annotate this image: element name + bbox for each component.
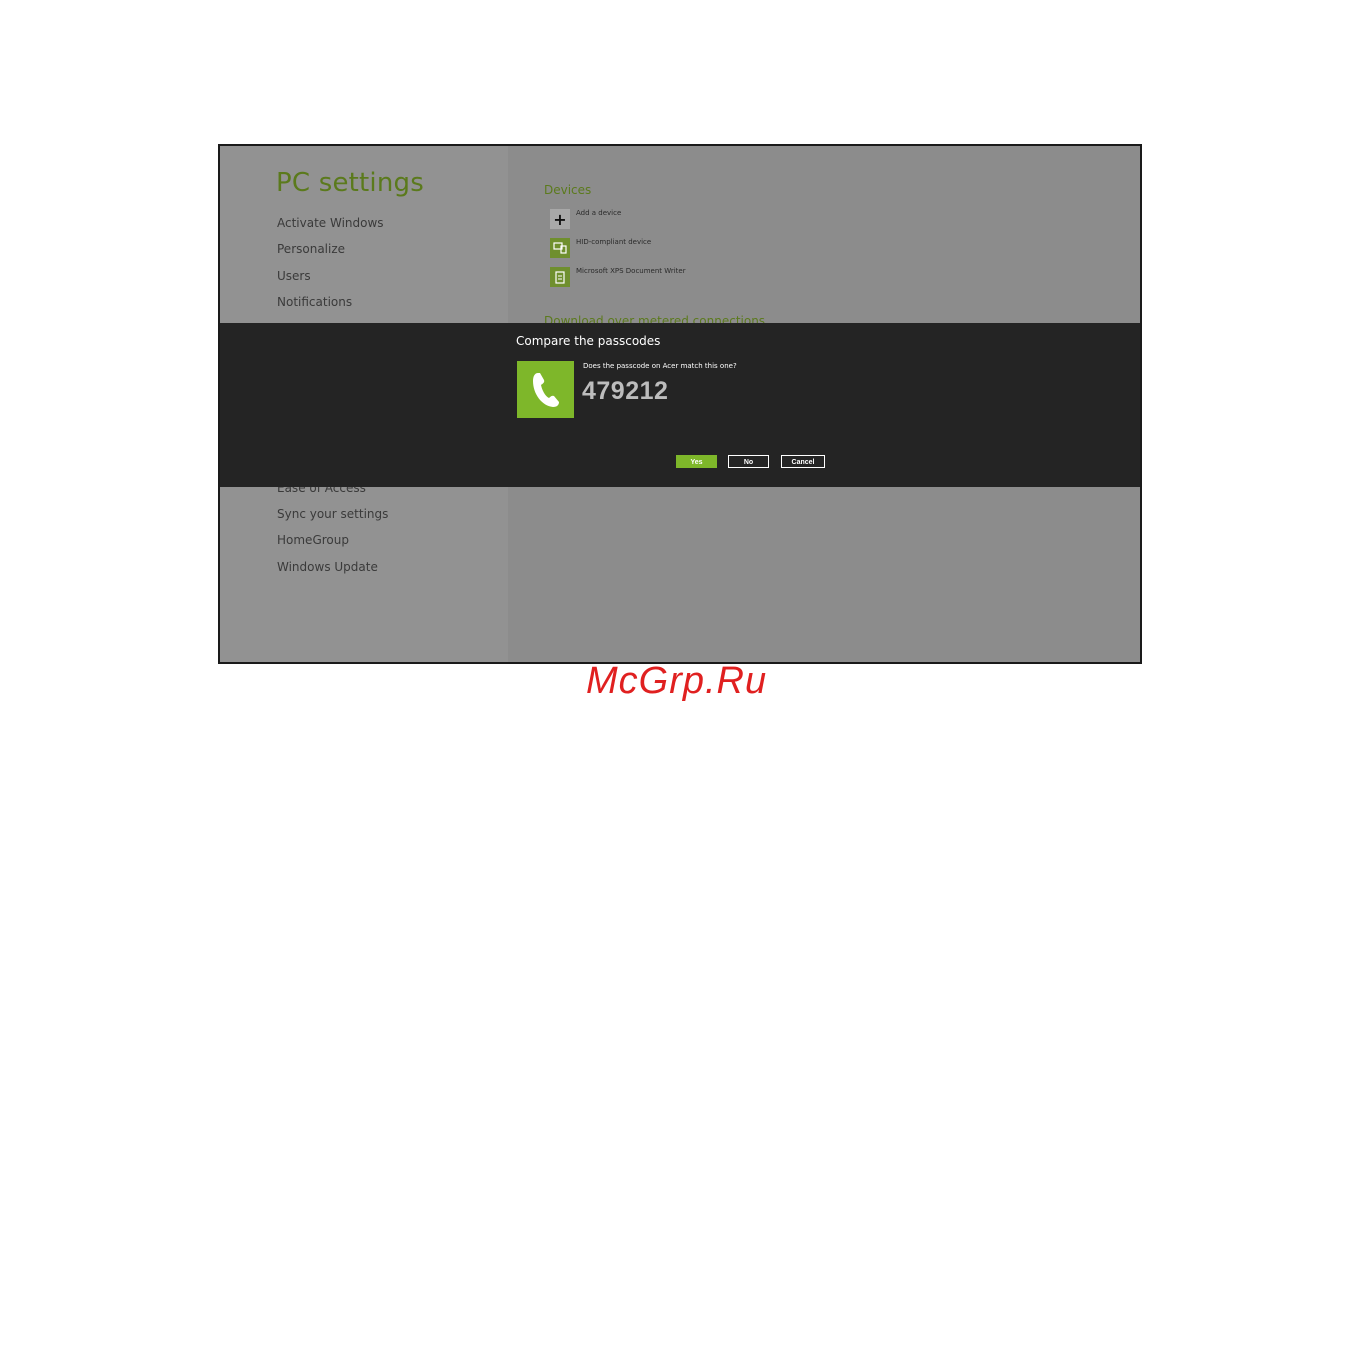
nav-item-homegroup[interactable]: HomeGroup [277, 533, 349, 547]
device-icon [550, 238, 570, 258]
device-label: Microsoft XPS Document Writer [576, 267, 686, 275]
nav-item-activate-windows[interactable]: Activate Windows [277, 216, 384, 230]
cancel-button[interactable]: Cancel [781, 455, 825, 468]
nav-item-notifications[interactable]: Notifications [277, 295, 352, 309]
screenshot-frame: PC settings Activate Windows Personalize… [218, 144, 1142, 664]
passcode-value: 479212 [582, 377, 669, 405]
passcode-dialog: Compare the passcodes Does the passcode … [220, 323, 1140, 487]
dialog-question: Does the passcode on Acer match this one… [583, 362, 737, 370]
printer-document-icon [550, 267, 570, 287]
nav-item-users[interactable]: Users [277, 269, 311, 283]
nav-item-personalize[interactable]: Personalize [277, 242, 345, 256]
page-title: PC settings [276, 168, 424, 198]
device-label: HID-compliant device [576, 238, 652, 246]
devices-section-title: Devices [544, 183, 592, 197]
nav-item-sync-settings[interactable]: Sync your settings [277, 507, 388, 521]
dialog-title: Compare the passcodes [516, 334, 661, 348]
device-label: Add a device [576, 209, 622, 217]
nav-item-windows-update[interactable]: Windows Update [277, 560, 378, 574]
watermark-text: McGrp.Ru [586, 660, 768, 702]
plus-icon: + [550, 209, 570, 229]
no-button[interactable]: No [728, 455, 769, 468]
yes-button[interactable]: Yes [676, 455, 717, 468]
phone-icon [517, 361, 574, 418]
